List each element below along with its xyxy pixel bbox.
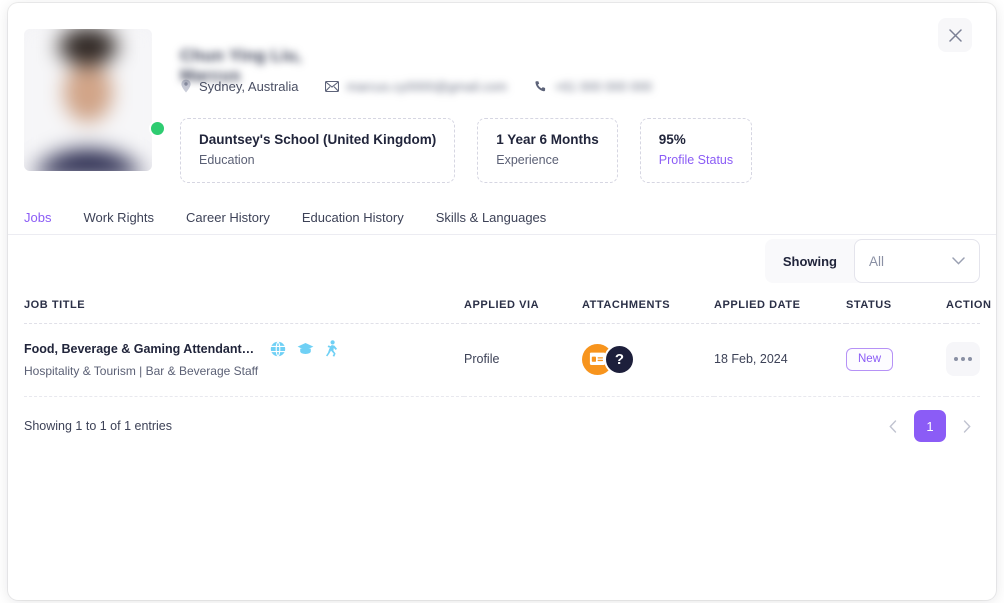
job-icons bbox=[270, 340, 339, 357]
column-header-action: ACTION bbox=[946, 299, 991, 324]
tab-education-history[interactable]: Education History bbox=[302, 210, 421, 225]
avatar-photo bbox=[24, 29, 152, 171]
jobs-table-wrapper: JOB TITLE APPLIED VIA ATTACHMENTS APPLIE… bbox=[8, 299, 996, 397]
table-row: Food, Beverage & Gaming Attendant – Hi..… bbox=[24, 323, 980, 397]
filter-label: Showing bbox=[782, 253, 837, 269]
candidate-name: Chun Ying Liu, Marcus bbox=[180, 46, 302, 85]
pagination-prev-button[interactable] bbox=[880, 411, 906, 441]
contact-row: Sydney, Australia marcus.cy0000@gmail.co… bbox=[180, 76, 972, 96]
stat-cards: Dauntsey's School (United Kingdom) Educa… bbox=[180, 118, 972, 183]
globe-icon bbox=[270, 340, 286, 357]
question-mark-badge[interactable]: ? bbox=[604, 343, 635, 375]
showing-filter-select[interactable]: All bbox=[854, 239, 980, 283]
column-header-applied-via: APPLIED VIA bbox=[464, 299, 582, 324]
stat-card-education: Dauntsey's School (United Kingdom) Educa… bbox=[180, 118, 456, 183]
avatar bbox=[24, 29, 166, 171]
tab-career-history[interactable]: Career History bbox=[186, 210, 287, 225]
stat-subtitle: Education bbox=[199, 153, 255, 167]
email-text: marcus.cy0000@gmail.com bbox=[346, 78, 508, 94]
online-status-indicator bbox=[149, 120, 166, 137]
mail-icon bbox=[325, 80, 340, 92]
profile-header: Chun Ying Liu, Marcus Sydney, Australia bbox=[8, 3, 996, 183]
tab-work-rights[interactable]: Work Rights bbox=[83, 210, 171, 225]
pagination-page-1[interactable]: 1 bbox=[914, 410, 946, 442]
phone-icon bbox=[535, 80, 546, 91]
profile-info: Chun Ying Liu, Marcus Sydney, Australia bbox=[152, 29, 972, 183]
table-footer: Showing 1 to 1 of 1 entries 1 bbox=[8, 407, 996, 445]
stat-card-experience: 1 Year 6 Months Experience bbox=[477, 118, 618, 183]
chevron-right-icon bbox=[963, 419, 971, 433]
cell-applied-via: Profile bbox=[464, 323, 582, 397]
column-header-applied-date: APPLIED DATE bbox=[714, 299, 846, 324]
tab-skills-languages[interactable]: Skills & Languages bbox=[436, 210, 564, 225]
dot bbox=[968, 357, 972, 361]
column-header-status: STATUS bbox=[846, 299, 946, 324]
cell-job-title: Food, Beverage & Gaming Attendant – Hi..… bbox=[24, 323, 464, 397]
column-header-attachments: ATTACHMENTS bbox=[582, 299, 714, 324]
job-category-text: Hospitality & Tourism | Bar & Beverage S… bbox=[24, 364, 259, 378]
dot bbox=[961, 357, 965, 361]
profile-tabs: Jobs Work Rights Career History Educatio… bbox=[8, 201, 996, 235]
tab-jobs[interactable]: Jobs bbox=[24, 210, 68, 225]
phone-text: +61 000 000 000 bbox=[554, 78, 653, 94]
entries-summary: Showing 1 to 1 of 1 entries bbox=[24, 419, 173, 433]
status-badge: New bbox=[846, 347, 894, 371]
stat-title: 95% bbox=[658, 132, 686, 147]
jobs-table: JOB TITLE APPLIED VIA ATTACHMENTS APPLIE… bbox=[24, 299, 991, 397]
table-header-row: JOB TITLE APPLIED VIA ATTACHMENTS APPLIE… bbox=[24, 299, 991, 324]
candidate-profile-modal: Chun Ying Liu, Marcus Sydney, Australia bbox=[8, 3, 996, 600]
chevron-left-icon bbox=[889, 419, 897, 433]
stat-title: 1 Year 6 Months bbox=[496, 132, 599, 147]
chevron-down-icon bbox=[952, 257, 965, 265]
filter-bar: Showing All bbox=[764, 239, 980, 283]
row-more-options-button[interactable] bbox=[946, 342, 980, 376]
pagination-next-button[interactable] bbox=[954, 411, 980, 441]
cell-action bbox=[946, 323, 980, 397]
stat-subtitle: Experience bbox=[496, 153, 559, 167]
person-walking-icon bbox=[326, 340, 337, 357]
attachment-badges: ? bbox=[582, 343, 714, 375]
applied-via-text: Profile bbox=[464, 352, 500, 366]
dot bbox=[954, 357, 958, 361]
applied-date-text: 18 Feb, 2024 bbox=[714, 352, 788, 366]
question-mark-glyph: ? bbox=[614, 350, 625, 368]
column-header-job-title: JOB TITLE bbox=[24, 299, 464, 324]
stat-card-profile-status: 95% Profile Status bbox=[639, 118, 753, 183]
job-title-text[interactable]: Food, Beverage & Gaming Attendant – Hi..… bbox=[24, 342, 256, 356]
pagination: 1 bbox=[880, 410, 980, 442]
email-item: marcus.cy0000@gmail.com bbox=[325, 79, 507, 94]
profile-status-link[interactable]: Profile Status bbox=[659, 151, 733, 169]
cell-status: New bbox=[846, 323, 946, 397]
cell-applied-date: 18 Feb, 2024 bbox=[714, 323, 846, 397]
graduation-cap-icon bbox=[297, 343, 314, 354]
phone-item: +61 000 000 000 bbox=[534, 79, 652, 94]
cell-attachments: ? bbox=[582, 323, 714, 397]
stat-title: Dauntsey's School (United Kingdom) bbox=[199, 132, 437, 147]
showing-filter-value: All bbox=[869, 253, 885, 269]
